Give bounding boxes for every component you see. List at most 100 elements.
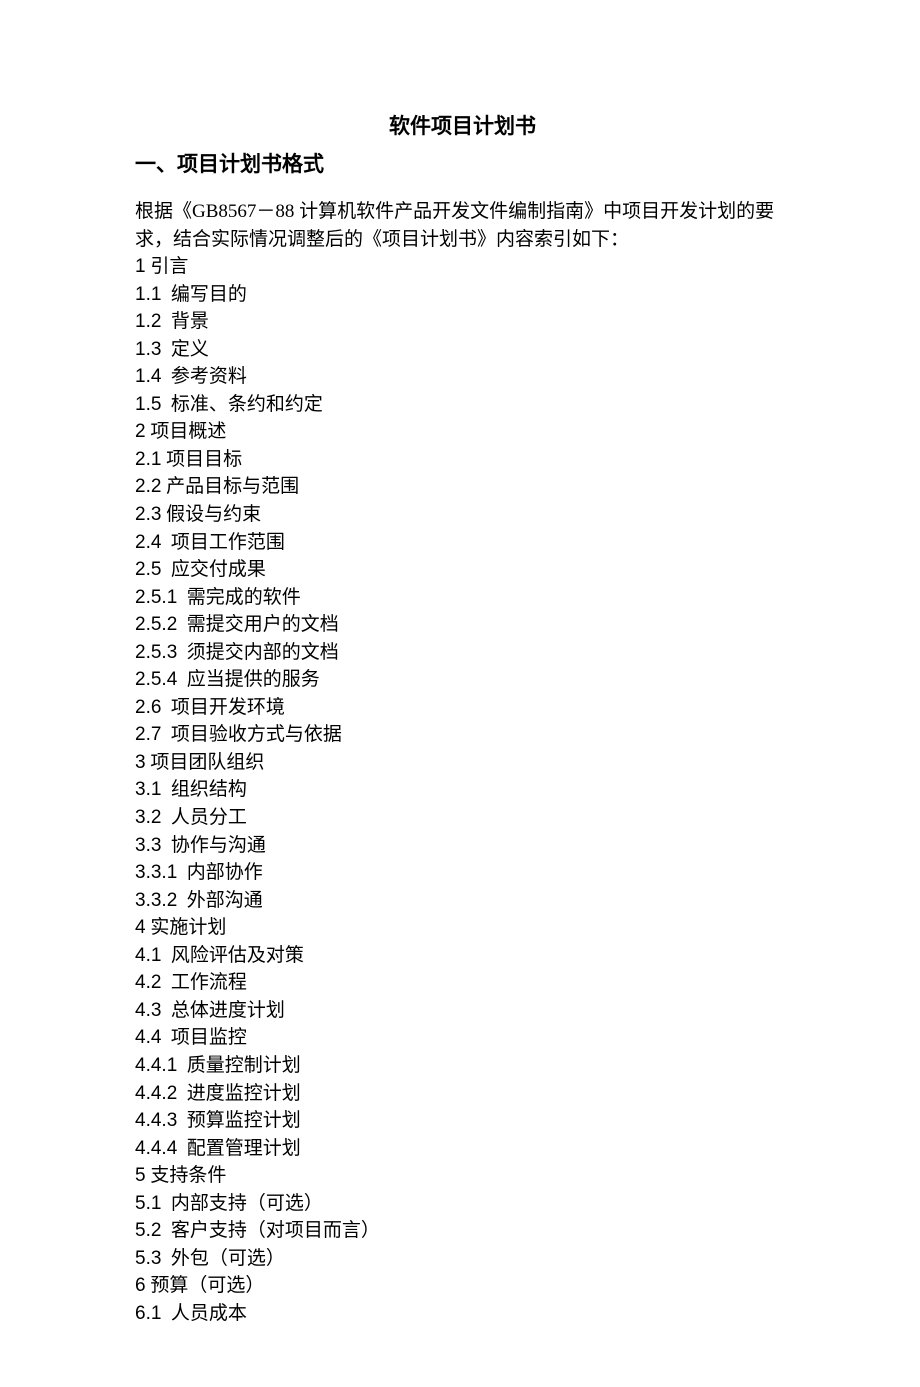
toc-entry: 2.6 项目开发环境 <box>135 694 790 722</box>
toc-entry-number: 5.3 <box>135 1248 161 1269</box>
toc-entry-text: 总体进度计划 <box>161 1000 285 1021</box>
toc-entry-number: 5.1 <box>135 1193 161 1214</box>
toc-entry-number: 4.4 <box>135 1027 161 1048</box>
toc-entry-number: 1.2 <box>135 311 161 332</box>
toc-entry-text: 组织结构 <box>161 779 247 800</box>
toc-entry-text: 引言 <box>146 256 189 277</box>
toc-entry-number: 6.1 <box>135 1303 161 1324</box>
toc-entry: 4.4 项目监控 <box>135 1024 790 1052</box>
toc-entry-text: 外部沟通 <box>177 890 263 911</box>
toc-entry: 2.1 项目目标 <box>135 446 790 474</box>
toc-entry-text: 人员分工 <box>161 807 247 828</box>
toc-entry: 2.5 应交付成果 <box>135 556 790 584</box>
toc-entry: 5.2 客户支持（对项目而言） <box>135 1217 790 1245</box>
toc-entry: 4.2 工作流程 <box>135 969 790 997</box>
toc-entry-text: 质量控制计划 <box>177 1055 301 1076</box>
toc-entry-text: 支持条件 <box>146 1165 227 1186</box>
toc-entry: 5.3 外包（可选） <box>135 1245 790 1273</box>
toc-entry-number: 6 <box>135 1275 146 1296</box>
toc-entry-number: 3.3.2 <box>135 890 177 911</box>
toc-entry-text: 工作流程 <box>161 972 247 993</box>
toc-entry: 1.1 编写目的 <box>135 281 790 309</box>
toc-entry: 2.5.2 需提交用户的文档 <box>135 611 790 639</box>
toc-entry-number: 2.6 <box>135 697 161 718</box>
document-title: 软件项目计划书 <box>135 110 790 140</box>
toc-entry: 3 项目团队组织 <box>135 749 790 777</box>
toc-entry-number: 3 <box>135 752 146 773</box>
toc-entry: 1.5 标准、条约和约定 <box>135 391 790 419</box>
toc-entry-number: 1.1 <box>135 284 161 305</box>
toc-entry: 1.3 定义 <box>135 336 790 364</box>
toc-entry-number: 5.2 <box>135 1220 161 1241</box>
toc-entry-text: 预算（可选） <box>146 1275 265 1296</box>
toc-entry-text: 需提交用户的文档 <box>177 614 339 635</box>
toc-entry-number: 2.5.1 <box>135 587 177 608</box>
toc-entry-number: 2.3 <box>135 504 161 525</box>
toc-entry-number: 4.1 <box>135 945 161 966</box>
toc-entry-text: 标准、条约和约定 <box>161 394 323 415</box>
toc-entry: 4 实施计划 <box>135 914 790 942</box>
toc-entry-text: 预算监控计划 <box>177 1110 301 1131</box>
toc-entry: 1.2 背景 <box>135 308 790 336</box>
toc-entry-text: 项目监控 <box>161 1027 247 1048</box>
document-page: 软件项目计划书 一、项目计划书格式 根据《GB8567－88 计算机软件产品开发… <box>0 0 920 1387</box>
toc-entry-text: 参考资料 <box>161 366 247 387</box>
toc-entry-text: 产品目标与范围 <box>161 476 299 497</box>
toc-entry-text: 项目目标 <box>161 449 242 470</box>
toc-container: 1 引言1.1 编写目的1.2 背景1.3 定义1.4 参考资料1.5 标准、条… <box>135 253 790 1327</box>
toc-entry-number: 4.4.2 <box>135 1083 177 1104</box>
toc-entry-number: 1.3 <box>135 339 161 360</box>
toc-entry-text: 风险评估及对策 <box>161 945 304 966</box>
toc-entry: 1.4 参考资料 <box>135 363 790 391</box>
toc-entry-number: 2.5.2 <box>135 614 177 635</box>
toc-entry-text: 项目验收方式与依据 <box>161 724 342 745</box>
toc-entry-text: 应交付成果 <box>161 559 266 580</box>
toc-entry: 3.1 组织结构 <box>135 776 790 804</box>
toc-entry-number: 2.5.3 <box>135 642 177 663</box>
toc-entry-text: 项目开发环境 <box>161 697 285 718</box>
toc-entry: 5 支持条件 <box>135 1162 790 1190</box>
toc-entry-number: 5 <box>135 1165 146 1186</box>
toc-entry-number: 2.2 <box>135 476 161 497</box>
toc-entry-text: 应当提供的服务 <box>177 669 320 690</box>
toc-entry-text: 项目概述 <box>146 421 227 442</box>
toc-entry-text: 须提交内部的文档 <box>177 642 339 663</box>
toc-entry-number: 3.2 <box>135 807 161 828</box>
toc-entry-number: 1.4 <box>135 366 161 387</box>
toc-entry: 2.5.1 需完成的软件 <box>135 584 790 612</box>
toc-entry-text: 项目团队组织 <box>146 752 265 773</box>
toc-entry-number: 4.4.3 <box>135 1110 177 1131</box>
toc-entry-number: 4.4.1 <box>135 1055 177 1076</box>
toc-entry-number: 1.5 <box>135 394 161 415</box>
toc-entry: 4.4.3 预算监控计划 <box>135 1107 790 1135</box>
toc-entry: 3.3.1 内部协作 <box>135 859 790 887</box>
toc-entry-text: 内部支持（可选） <box>161 1193 323 1214</box>
toc-entry: 5.1 内部支持（可选） <box>135 1190 790 1218</box>
toc-entry-number: 3.1 <box>135 779 161 800</box>
toc-entry-text: 人员成本 <box>161 1303 247 1324</box>
toc-entry: 2.5.3 须提交内部的文档 <box>135 639 790 667</box>
toc-entry: 2 项目概述 <box>135 418 790 446</box>
toc-entry-number: 2.1 <box>135 449 161 470</box>
toc-entry-text: 实施计划 <box>146 917 227 938</box>
toc-entry-text: 编写目的 <box>161 284 247 305</box>
toc-entry: 2.5.4 应当提供的服务 <box>135 666 790 694</box>
toc-entry: 4.4.1 质量控制计划 <box>135 1052 790 1080</box>
toc-entry-number: 4.3 <box>135 1000 161 1021</box>
toc-entry: 4.4.4 配置管理计划 <box>135 1135 790 1163</box>
toc-entry: 6.1 人员成本 <box>135 1300 790 1328</box>
toc-entry-number: 2.5 <box>135 559 161 580</box>
toc-entry: 4.1 风险评估及对策 <box>135 942 790 970</box>
toc-entry: 1 引言 <box>135 253 790 281</box>
toc-entry-number: 2.7 <box>135 724 161 745</box>
toc-entry-number: 3.3.1 <box>135 862 177 883</box>
toc-entry-text: 外包（可选） <box>161 1248 285 1269</box>
toc-entry-text: 假设与约束 <box>161 504 261 525</box>
toc-entry-number: 2.5.4 <box>135 669 177 690</box>
section-heading: 一、项目计划书格式 <box>135 148 790 178</box>
toc-entry-number: 4.2 <box>135 972 161 993</box>
toc-entry-number: 3.3 <box>135 835 161 856</box>
toc-entry-text: 配置管理计划 <box>177 1138 301 1159</box>
toc-entry-text: 需完成的软件 <box>177 587 301 608</box>
toc-entry: 2.2 产品目标与范围 <box>135 473 790 501</box>
